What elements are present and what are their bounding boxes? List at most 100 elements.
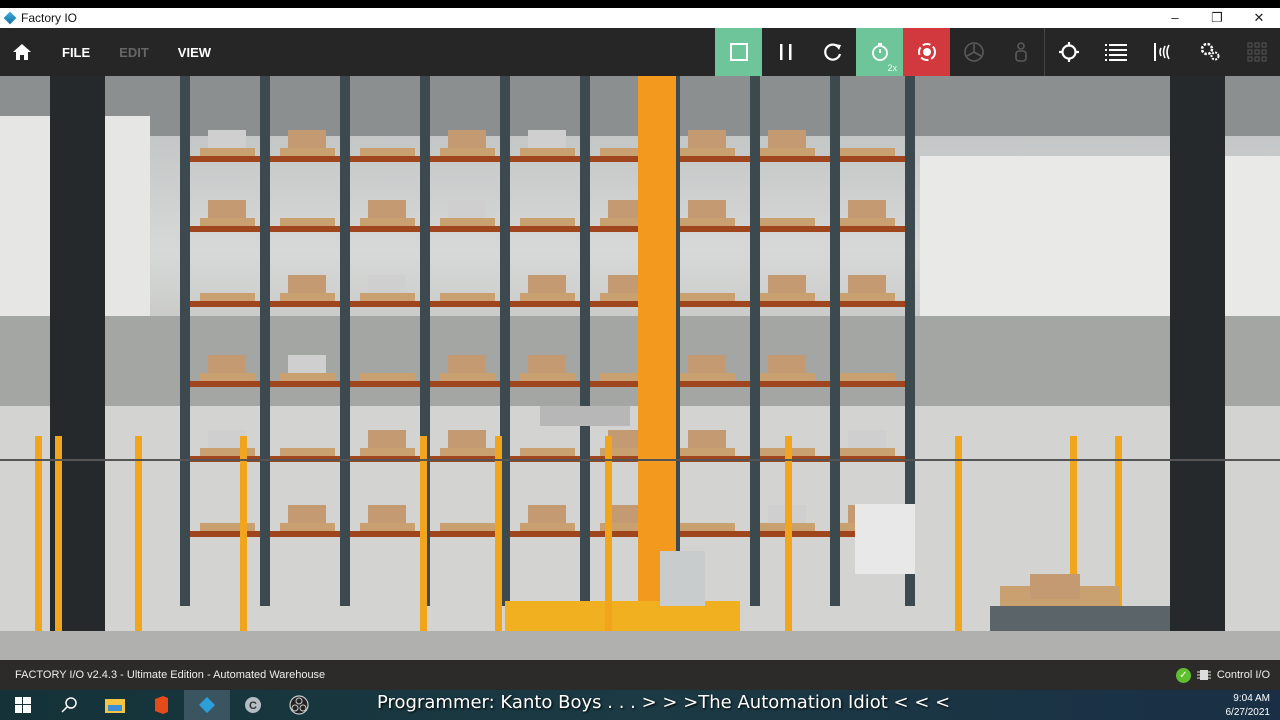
box	[848, 430, 886, 448]
windows-icon	[15, 697, 31, 713]
fence-post	[35, 436, 42, 660]
toolbar: FILE EDIT VIEW 2x	[0, 28, 1280, 76]
pallet	[520, 293, 575, 301]
menu-view[interactable]: VIEW	[178, 45, 211, 60]
box	[688, 130, 726, 148]
pause-icon	[779, 44, 791, 60]
pallet	[680, 373, 735, 381]
folder-icon	[105, 699, 125, 713]
status-bar: FACTORY I/O v2.4.3 - Ultimate Edition - …	[0, 660, 1280, 690]
clock-date: 6/27/2021	[1225, 707, 1271, 718]
menu-file[interactable]: FILE	[62, 45, 90, 60]
person-icon	[1014, 42, 1027, 62]
pallet	[840, 373, 895, 381]
crosshair-icon	[1058, 42, 1079, 62]
settings-button[interactable]	[1186, 28, 1233, 76]
office-icon	[155, 696, 168, 714]
pause-button[interactable]	[762, 28, 809, 76]
pallet	[360, 448, 415, 456]
pallet	[440, 373, 495, 381]
factory-io-logo-icon	[3, 11, 17, 25]
title-bar: Factory IO – ❐ ✕	[0, 8, 1280, 28]
camera-target-button[interactable]	[1045, 28, 1092, 76]
pallet	[280, 448, 335, 456]
version-scene-label: FACTORY I/O v2.4.3 - Ultimate Edition - …	[15, 669, 326, 681]
fence-post	[420, 436, 427, 660]
pallet	[520, 448, 575, 456]
close-button[interactable]: ✕	[1238, 8, 1280, 28]
pallet	[200, 293, 255, 301]
rack-beam	[185, 156, 915, 162]
record-icon	[917, 43, 936, 61]
restore-button[interactable]: ❐	[1196, 8, 1238, 28]
reset-button[interactable]	[809, 28, 856, 76]
box	[368, 200, 406, 218]
box	[208, 200, 246, 218]
window-title: Factory IO	[21, 11, 78, 25]
sensors-button[interactable]	[1139, 28, 1186, 76]
steel-tower-right	[1170, 76, 1225, 636]
stop-button[interactable]	[715, 28, 762, 76]
factory-io-icon	[199, 697, 215, 713]
c-app-icon: C	[245, 697, 261, 713]
box	[848, 275, 886, 293]
pallet	[360, 218, 415, 226]
home-icon	[13, 44, 31, 60]
box	[448, 130, 486, 148]
rack-beam	[185, 531, 915, 537]
box	[768, 275, 806, 293]
taskbar-c-app[interactable]: C	[230, 690, 276, 720]
pallet	[360, 373, 415, 381]
box	[528, 130, 566, 148]
record-button[interactable]	[903, 28, 950, 76]
pallet	[200, 148, 255, 156]
fence-post	[955, 436, 962, 660]
taskbar-office[interactable]	[138, 690, 184, 720]
pallet	[520, 373, 575, 381]
rack-beam	[185, 301, 915, 307]
home-button[interactable]	[0, 28, 44, 76]
fence-post	[785, 436, 792, 660]
taskbar-file-explorer[interactable]	[92, 690, 138, 720]
stopwatch-icon	[871, 43, 888, 61]
speed-button[interactable]: 2x	[856, 28, 903, 76]
taskbar-factory-io[interactable]	[184, 690, 230, 720]
floor-front	[0, 631, 1280, 660]
pallet	[840, 448, 895, 456]
pallet	[440, 448, 495, 456]
search-icon	[61, 697, 77, 713]
pallet	[280, 148, 335, 156]
minimize-button[interactable]: –	[1154, 8, 1196, 28]
pallet	[280, 373, 335, 381]
box	[688, 430, 726, 448]
apps-button[interactable]	[1233, 28, 1280, 76]
crane-base	[505, 601, 740, 636]
sensor-icon	[1153, 43, 1170, 61]
search-button[interactable]	[46, 690, 92, 720]
rack-column	[260, 76, 270, 606]
pallet	[280, 293, 335, 301]
start-button[interactable]	[0, 690, 46, 720]
menu-edit[interactable]: EDIT	[119, 45, 149, 60]
box	[688, 200, 726, 218]
driver-button[interactable]: Control I/O	[1217, 669, 1270, 681]
fan-button[interactable]	[950, 28, 997, 76]
list-button[interactable]	[1092, 28, 1139, 76]
gears-icon	[1200, 42, 1219, 61]
first-person-button[interactable]	[997, 28, 1044, 76]
fan-icon	[963, 42, 984, 62]
3d-viewport[interactable]	[0, 76, 1280, 660]
pallet	[520, 148, 575, 156]
taskbar-obs[interactable]	[276, 690, 322, 720]
obs-icon	[289, 695, 309, 715]
pallet	[680, 148, 735, 156]
pallet	[760, 218, 815, 226]
fence-rail	[0, 459, 1280, 461]
box	[368, 275, 406, 293]
pallet	[360, 148, 415, 156]
taskbar-clock[interactable]: 9:04 AM 6/27/2021	[1226, 692, 1271, 720]
driver-chip-icon	[1196, 670, 1211, 680]
rack-column	[180, 76, 190, 606]
box	[368, 430, 406, 448]
fence-post	[605, 436, 612, 660]
